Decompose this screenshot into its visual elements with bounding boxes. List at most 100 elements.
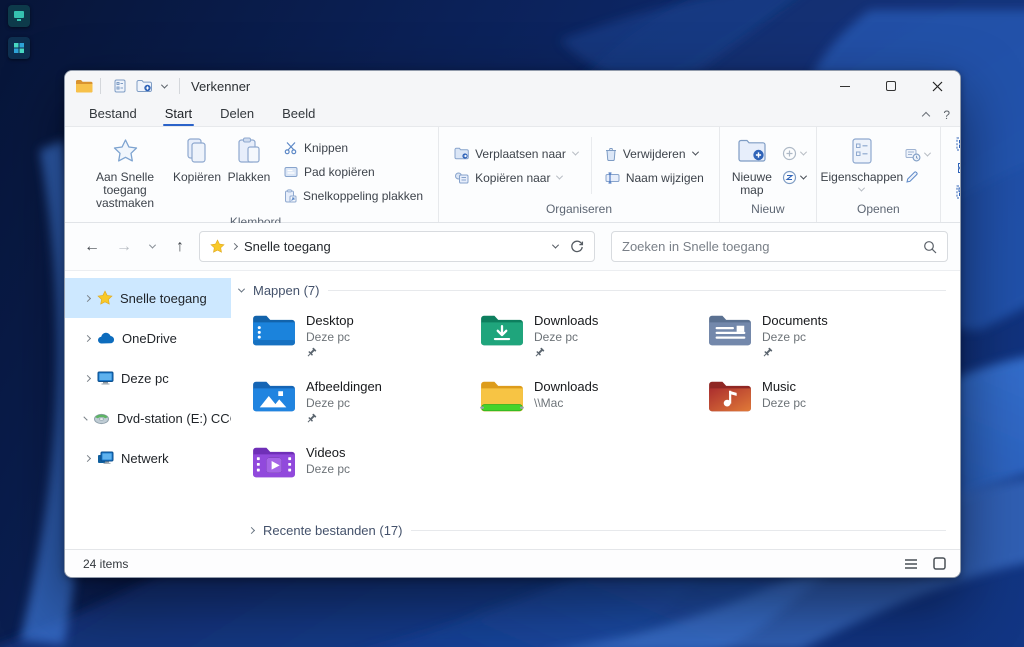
pin-icon (306, 413, 382, 424)
items-view: Mappen (7) Desktop Deze pc (231, 271, 960, 549)
refresh-icon[interactable] (570, 240, 584, 254)
folder-tile-documents[interactable]: Documents Deze pc (705, 309, 920, 375)
delete-button[interactable]: Verwijderen (600, 143, 709, 164)
collapse-ribbon-icon[interactable] (923, 107, 929, 122)
qat-new-folder-icon[interactable] (132, 74, 156, 98)
breadcrumb-location[interactable]: Snelle toegang (244, 239, 331, 254)
folders-group-header[interactable]: Mappen (7) (239, 281, 952, 299)
sidebar-item-snelle-toegang[interactable]: Snelle toegang (65, 278, 231, 318)
history-icon (905, 148, 921, 162)
select-none-button[interactable]: Niets selecteren (951, 157, 961, 178)
group-selecteren: Alles selecteren Niets selecteren (941, 127, 961, 222)
easy-access-icon (782, 170, 797, 185)
sidebar-item-dvd-station[interactable]: Dvd-station (E:) CCC (65, 398, 231, 438)
dvd-drive-icon (93, 412, 110, 425)
edit-button[interactable] (905, 171, 930, 184)
forward-button[interactable]: → (111, 234, 137, 260)
back-button[interactable]: ← (79, 234, 105, 260)
qat-dropdown-chevron-icon[interactable] (156, 74, 172, 98)
rename-button[interactable]: Naam wijzigen (600, 167, 709, 188)
qat-properties-icon[interactable] (108, 74, 132, 98)
collapse-group-chevron-icon[interactable] (238, 285, 245, 292)
easy-access-button[interactable] (782, 170, 806, 185)
search-input[interactable] (622, 239, 923, 254)
search-icon[interactable] (923, 240, 937, 254)
maximize-button[interactable] (868, 71, 914, 101)
invert-selection-icon (956, 185, 961, 199)
scissors-icon (284, 141, 298, 155)
tab-start[interactable]: Start (151, 103, 206, 126)
select-all-button[interactable]: Alles selecteren (951, 133, 961, 154)
folder-tile-downloads-mac[interactable]: Downloads \\Mac (477, 375, 692, 441)
pin-to-quick-access-button[interactable]: Aan Snelle toegang vastmaken (79, 131, 171, 213)
expand-chevron-icon[interactable] (84, 334, 91, 341)
move-to-button[interactable]: Verplaatsen naar (449, 143, 583, 164)
sidebar-item-onedrive[interactable]: OneDrive (65, 318, 231, 358)
move-to-folder-icon (454, 147, 469, 160)
recent-files-group-header[interactable]: Recente bestanden (17) (249, 521, 952, 539)
expand-chevron-icon[interactable] (84, 294, 91, 301)
up-button[interactable]: ↑ (167, 234, 193, 260)
ribbon: Aan Snelle toegang vastmaken Kopiëren Pl… (65, 127, 960, 223)
desktop-shortcut-icon[interactable] (8, 5, 30, 27)
expand-chevron-icon[interactable] (84, 454, 91, 461)
tab-delen[interactable]: Delen (206, 103, 268, 126)
properties-button[interactable]: Eigenschappen (823, 131, 901, 200)
expand-group-chevron-icon[interactable] (248, 526, 255, 533)
folder-tile-desktop[interactable]: Desktop Deze pc (249, 309, 464, 375)
recent-locations-chevron-icon[interactable] (143, 234, 161, 260)
sidebar-item-deze-pc[interactable]: Deze pc (65, 358, 231, 398)
quick-access-star-icon (210, 239, 225, 254)
explorer-logo-folder-icon (75, 79, 93, 93)
folder-tile-downloads[interactable]: Downloads Deze pc (477, 309, 692, 375)
paste-button[interactable]: Plakken (223, 131, 275, 213)
details-view-icon[interactable] (902, 555, 920, 573)
help-icon[interactable]: ? (943, 108, 950, 122)
cut-button[interactable]: Knippen (279, 138, 428, 159)
invert-selection-button[interactable]: Selectie omkeren (951, 181, 961, 202)
shared-mac-folder-icon (479, 377, 525, 415)
group-label-openen: Openen (817, 200, 940, 222)
quick-access-star-icon (97, 290, 113, 306)
documents-folder-icon (707, 311, 753, 349)
group-klembord: Aan Snelle toegang vastmaken Kopiëren Pl… (73, 127, 439, 222)
history-button[interactable] (905, 148, 930, 162)
pictures-folder-icon (251, 377, 297, 415)
expand-chevron-icon[interactable] (83, 416, 87, 420)
divider (100, 78, 101, 94)
search-box[interactable] (611, 231, 948, 262)
paste-shortcut-button[interactable]: Snelkoppeling plakken (279, 186, 428, 207)
tab-bestand[interactable]: Bestand (75, 103, 151, 126)
new-folder-button[interactable]: Nieuwe map (726, 131, 778, 200)
divider (328, 290, 946, 291)
folder-tile-music[interactable]: Music Deze pc (705, 375, 920, 441)
large-icons-view-icon[interactable] (930, 555, 948, 573)
group-label-selecteren: Selecteren (941, 204, 961, 222)
tab-beeld[interactable]: Beeld (268, 103, 329, 126)
breadcrumb-chevron-icon[interactable] (231, 243, 238, 250)
select-all-icon (956, 137, 961, 151)
status-bar: 24 items (65, 549, 960, 577)
address-dropdown-chevron-icon[interactable] (552, 242, 559, 249)
folder-tile-videos[interactable]: Videos Deze pc (249, 441, 464, 507)
select-none-icon (956, 161, 961, 175)
copy-path-button[interactable]: Pad kopiëren (279, 162, 428, 183)
desktop-shortcut-icon[interactable] (8, 37, 30, 59)
new-item-plus-icon (782, 146, 797, 161)
onedrive-cloud-icon (97, 332, 115, 345)
new-item-button[interactable] (782, 146, 806, 161)
sidebar-item-netwerk[interactable]: Netwerk (65, 438, 231, 478)
folder-tile-afbeeldingen[interactable]: Afbeeldingen Deze pc (249, 375, 464, 441)
minimize-button[interactable] (822, 71, 868, 101)
content-area: Snelle toegang OneDrive Deze pc (65, 271, 960, 549)
pencil-icon (905, 171, 918, 184)
group-organiseren: Verplaatsen naar Kopiëren naar (439, 127, 720, 222)
expand-chevron-icon[interactable] (84, 374, 91, 381)
copy-to-button[interactable]: Kopiëren naar (449, 167, 583, 188)
trash-icon (605, 147, 617, 161)
group-label-organiseren: Organiseren (439, 200, 719, 222)
close-button[interactable] (914, 71, 960, 101)
pin-icon (306, 347, 354, 358)
address-bar[interactable]: Snelle toegang (199, 231, 595, 262)
copy-button[interactable]: Kopiëren (171, 131, 223, 213)
